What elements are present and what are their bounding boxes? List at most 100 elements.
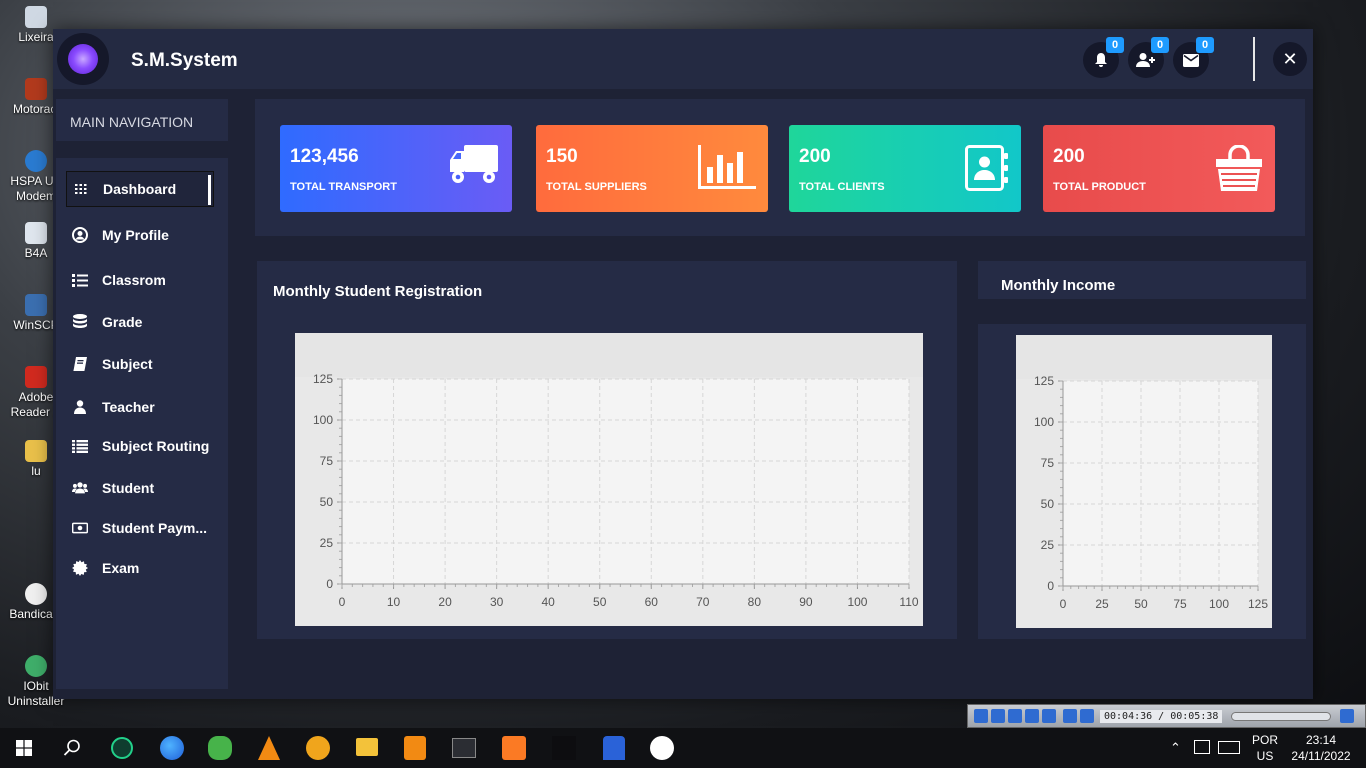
forward-icon[interactable] <box>1042 709 1056 723</box>
x-tick-label: 110 <box>899 595 918 609</box>
stat-value: 200 <box>799 146 831 167</box>
taskbar-app-firefox[interactable] <box>160 736 184 760</box>
player-time: 00:04:36 / 00:05:38 <box>1100 709 1223 723</box>
add-user-button[interactable]: 0 <box>1128 37 1169 78</box>
book-icon <box>72 356 88 372</box>
plot-area <box>1063 381 1258 586</box>
pause-icon[interactable] <box>991 709 1005 723</box>
search-icon[interactable] <box>63 739 81 762</box>
expand-icon[interactable] <box>1340 709 1355 723</box>
equalizer-icon[interactable] <box>1080 709 1094 723</box>
taskbar-app-warning[interactable] <box>306 736 330 760</box>
sidebar-item-subject[interactable]: Subject <box>66 346 214 382</box>
tray-clock[interactable]: 23:14 24/11/2022 <box>1288 732 1354 764</box>
sidebar-item-student-payment[interactable]: Student Paym... <box>66 510 214 546</box>
stat-value: 123,456 <box>290 146 359 167</box>
taskbar-app-blue[interactable] <box>603 736 625 760</box>
y-tick-label: 0 <box>326 577 333 591</box>
b4a-icon <box>25 222 47 244</box>
seek-slider[interactable] <box>1231 711 1332 721</box>
stat-value: 150 <box>546 146 578 167</box>
messages-button[interactable]: 0 <box>1173 37 1214 78</box>
sidebar-item-grade[interactable]: Grade <box>66 304 214 340</box>
x-tick-label: 50 <box>1134 597 1148 611</box>
stat-card-transport[interactable]: 123,456 TOTAL TRANSPORT <box>280 125 512 212</box>
topbar-divider <box>1253 37 1255 81</box>
y-tick-label: 50 <box>320 495 334 509</box>
sidebar-item-label: My Profile <box>102 227 169 243</box>
chart-svg: 0 10 20 30 40 50 60 70 80 90 100 110 0 25 50 75 100 125 <box>295 333 923 609</box>
sidebar-item-my-profile[interactable]: My Profile <box>66 217 214 253</box>
sidebar-item-label: Student Paym... <box>102 520 208 536</box>
stat-card-suppliers[interactable]: 150 TOTAL SUPPLIERS <box>536 125 768 212</box>
chart-panel-registration: Monthly Student Registration 0 10 20 30 40 50… <box>257 261 957 639</box>
x-tick-label: 0 <box>339 595 346 609</box>
sidebar-nav: Dashboard My Profile Classrom Grade Subj… <box>56 158 228 689</box>
sidebar-header: MAIN NAVIGATION <box>56 99 228 141</box>
tray-keyboard-icon[interactable] <box>1218 741 1240 754</box>
stat-label: TOTAL SUPPLIERS <box>546 181 647 193</box>
stat-card-product[interactable]: 200 TOTAL PRODUCT <box>1043 125 1275 212</box>
gear-cog-icon <box>72 560 88 576</box>
chart-panel-income: 0 25 50 75 100 125 0 25 50 75 100 125 <box>978 324 1306 639</box>
globe-icon <box>25 150 47 172</box>
app-shortcut-icon <box>25 78 47 100</box>
stat-label: TOTAL TRANSPORT <box>290 181 397 193</box>
desktop-icon-label: B4A <box>24 246 48 260</box>
x-tick-label: 125 <box>1248 597 1268 611</box>
stop-icon[interactable] <box>1008 709 1022 723</box>
taskbar-app-file-explorer[interactable] <box>356 738 378 756</box>
shopping-bag-icon <box>1215 144 1263 196</box>
app-window: S.M.System 0 0 0 ✕ MAIN NAVIGATION Dashb… <box>53 29 1313 699</box>
tray-notification-icon[interactable] <box>1194 740 1210 754</box>
sidebar-item-subject-routing[interactable]: Subject Routing <box>66 428 214 464</box>
contact-book-icon <box>965 145 1009 196</box>
users-badge: 0 <box>1151 37 1169 53</box>
taskbar-app-terminal[interactable] <box>452 738 476 758</box>
taskbar-app-xampp[interactable] <box>502 736 526 760</box>
sidebar-item-label: Student <box>102 480 155 496</box>
close-button[interactable]: ✕ <box>1273 42 1307 76</box>
x-tick-label: 10 <box>387 595 401 609</box>
pdf-icon <box>25 366 47 388</box>
desktop-icon-label: Lixeira <box>18 30 54 44</box>
tray-language[interactable]: POR US <box>1252 732 1278 764</box>
sidebar-item-classrom[interactable]: Classrom <box>66 262 214 298</box>
taskbar-app-hat[interactable] <box>650 736 674 760</box>
users-icon <box>72 480 88 496</box>
tray-time: 23:14 <box>1305 733 1337 747</box>
stat-card-clients[interactable]: 200 TOTAL CLIENTS <box>789 125 1021 212</box>
sidebar-item-dashboard[interactable]: Dashboard <box>66 171 214 207</box>
rewind-icon[interactable] <box>1025 709 1039 723</box>
tray-chevron-up-icon[interactable]: ⌃ <box>1170 740 1181 756</box>
x-tick-label: 40 <box>542 595 556 609</box>
sidebar-item-label: Subject Routing <box>102 438 210 454</box>
chart-header-band <box>1016 335 1272 379</box>
x-tick-label: 25 <box>1095 597 1109 611</box>
y-tick-label: 75 <box>1041 456 1055 470</box>
taskbar-app-uninstaller[interactable] <box>111 737 133 759</box>
person-icon <box>72 399 88 415</box>
windows-start-icon[interactable] <box>16 740 32 756</box>
x-tick-label: 20 <box>438 595 452 609</box>
sidebar-item-exam[interactable]: Exam <box>66 550 214 586</box>
taskbar-app-sublime[interactable] <box>404 736 426 760</box>
taskbar-app-j[interactable] <box>552 736 576 760</box>
taskbar-app-clover[interactable] <box>208 736 232 760</box>
app-title: S.M.System <box>131 50 238 71</box>
sidebar-item-label: Grade <box>102 314 143 330</box>
repeat-icon[interactable] <box>1063 709 1077 723</box>
stat-label: TOTAL CLIENTS <box>799 181 885 193</box>
play-icon[interactable] <box>974 709 988 723</box>
x-tick-label: 70 <box>696 595 710 609</box>
sidebar-item-label: Classrom <box>102 272 166 288</box>
y-tick-label: 25 <box>320 536 334 550</box>
sidebar-item-teacher[interactable]: Teacher <box>66 389 214 425</box>
chart-title: Monthly Student Registration <box>273 283 483 300</box>
x-tick-label: 60 <box>645 595 659 609</box>
taskbar-app-vlc[interactable] <box>258 736 280 760</box>
sidebar-item-student[interactable]: Student <box>66 470 214 506</box>
y-tick-label: 50 <box>1041 497 1055 511</box>
top-bar: S.M.System 0 0 0 ✕ <box>53 29 1313 89</box>
notifications-button[interactable]: 0 <box>1083 37 1124 78</box>
